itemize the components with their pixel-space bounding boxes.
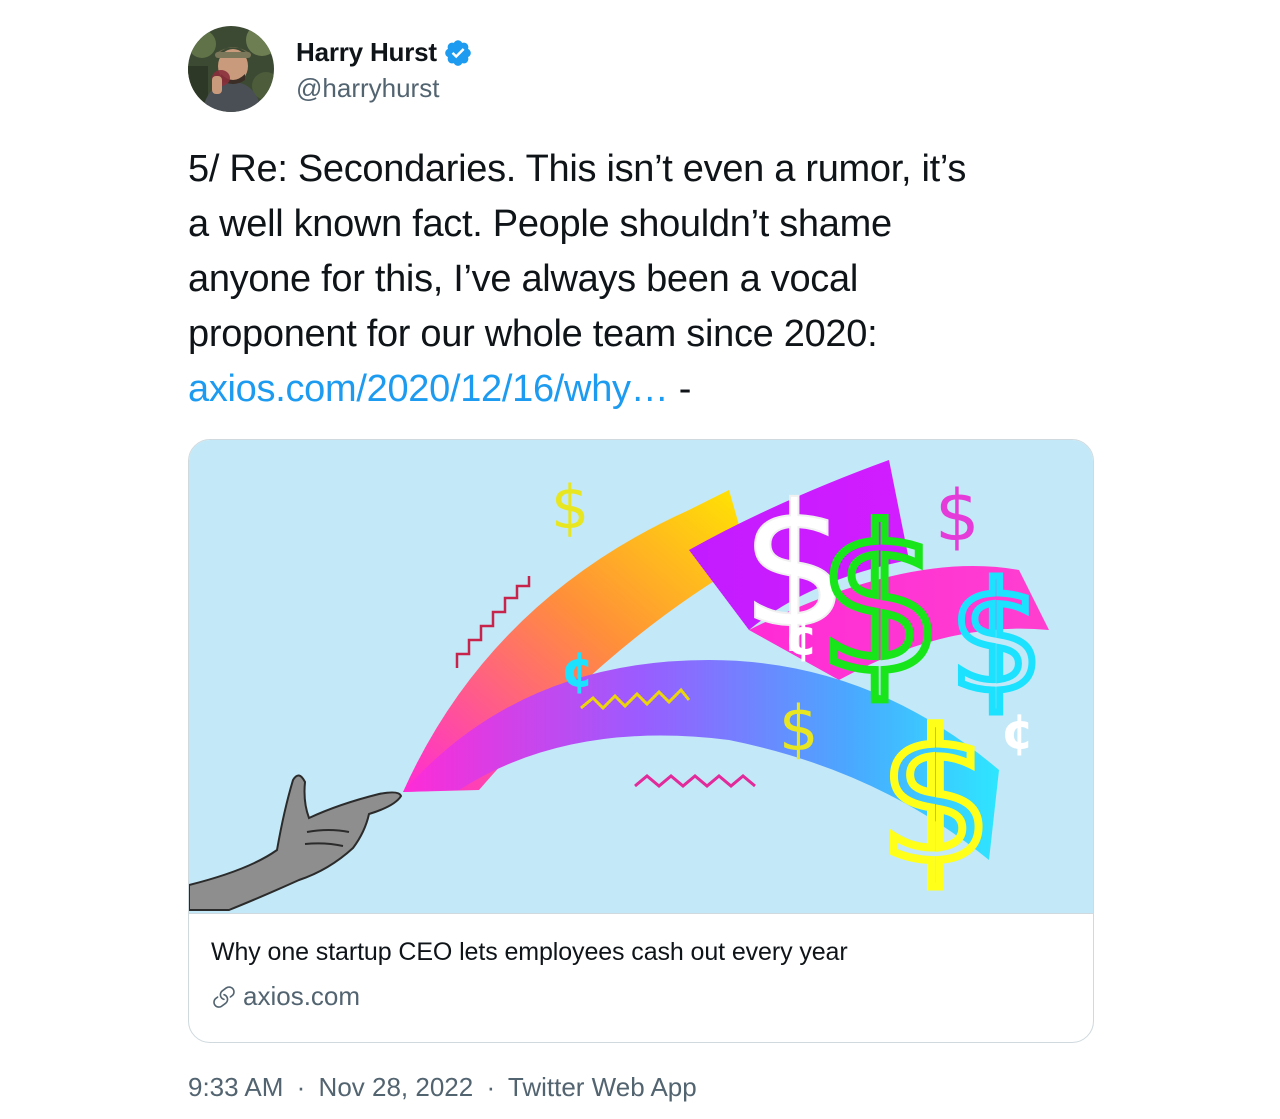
tweet-text-line: anyone for this, I’ve always been a voca… [188, 258, 858, 300]
svg-text:$: $ [879, 694, 994, 903]
svg-text:$: $ [551, 473, 589, 543]
tweet-header: Harry Hurst @harryhurst [188, 26, 1094, 112]
author-handle[interactable]: @harryhurst [296, 73, 473, 104]
name-row: Harry Hurst [296, 35, 473, 71]
tweet-trailing-text: - [668, 368, 692, 410]
avatar[interactable] [188, 26, 274, 112]
svg-text:¢: ¢ [1001, 704, 1034, 760]
tweet-text: 5/ Re: Secondaries. This isn’t even a ru… [188, 142, 1088, 417]
svg-text:¢: ¢ [785, 610, 818, 666]
svg-text:$: $ [935, 475, 980, 557]
card-image: $ $ $ $ $ $ $ ¢ ¢ ¢ [189, 440, 1093, 914]
tweet-time[interactable]: 9:33 AM [188, 1072, 283, 1102]
meta-separator: · [486, 1072, 496, 1102]
svg-text:$: $ [779, 692, 818, 765]
author-names: Harry Hurst @harryhurst [296, 35, 473, 104]
card-title: Why one startup CEO lets employees cash … [211, 938, 848, 966]
card-domain: axios.com [243, 981, 361, 1011]
card-domain-row: axios.com [211, 981, 1071, 1012]
svg-text:$: $ [817, 485, 944, 718]
meta-separator: · [296, 1072, 306, 1102]
tweet-text-line: 5/ Re: Secondaries. This isn’t even a ru… [188, 148, 967, 190]
tweet-text-line: a well known fact. People shouldn’t sham… [188, 203, 892, 245]
link-icon [213, 985, 235, 1008]
avatar-image [188, 26, 274, 112]
verified-badge-icon [445, 39, 471, 66]
author-display-name[interactable]: Harry Hurst [296, 37, 437, 68]
svg-text:¢: ¢ [561, 642, 594, 698]
tweet: Harry Hurst @harryhurst 5/ Re: Secondari… [188, 26, 1094, 1102]
tweet-link[interactable]: axios.com/2020/12/16/why… [188, 368, 669, 410]
tweet-source[interactable]: Twitter Web App [508, 1072, 697, 1102]
link-preview-card[interactable]: $ $ $ $ $ $ $ ¢ ¢ ¢ Why one startup CEO … [188, 439, 1094, 1043]
tweet-date[interactable]: Nov 28, 2022 [319, 1072, 474, 1102]
tweet-link-line: axios.com/2020/12/16/why… - [188, 362, 1088, 417]
tweet-metadata: 9:33 AM · Nov 28, 2022 · Twitter Web App [188, 1072, 697, 1103]
card-footer: Why one startup CEO lets employees cash … [189, 914, 1093, 1012]
tweet-text-line: proponent for our whole team since 2020: [188, 313, 878, 355]
